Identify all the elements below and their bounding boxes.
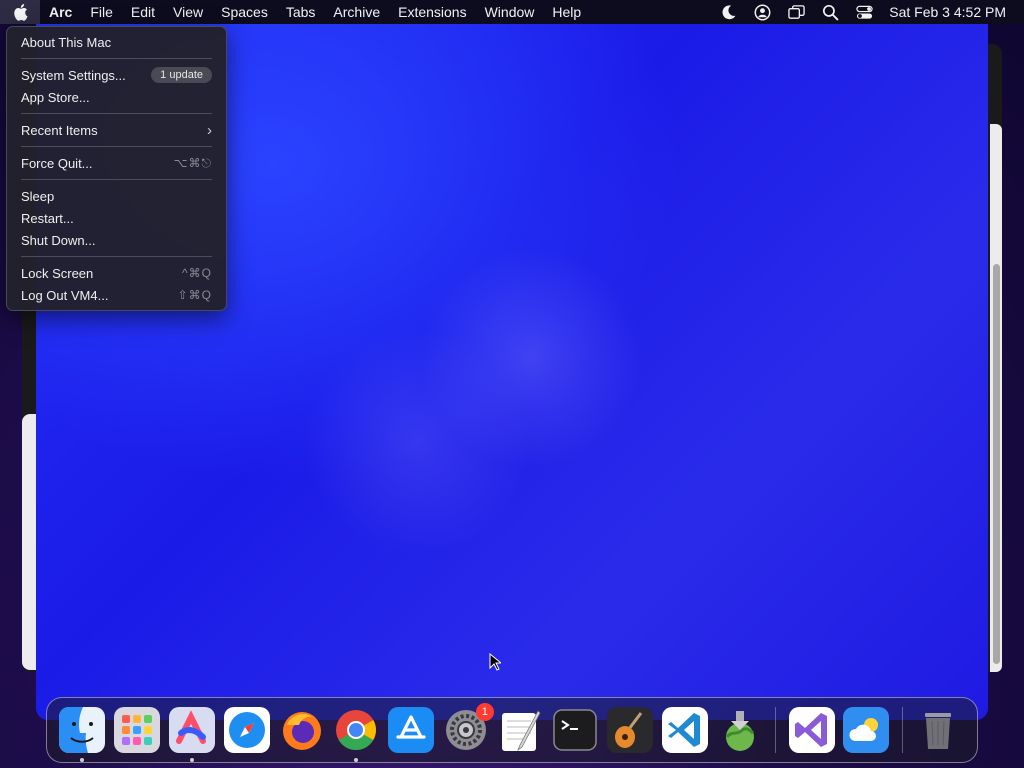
dock-chrome[interactable] (333, 707, 379, 762)
dock-arc[interactable] (168, 707, 215, 762)
firefox-icon (282, 712, 321, 750)
apple-icon (14, 4, 28, 21)
launchpad-icon (114, 707, 161, 753)
menu-item-label: Shut Down... (21, 232, 96, 248)
menu-item-label: Restart... (21, 210, 74, 226)
menu-separator (21, 256, 212, 257)
visual-studio-icon (788, 707, 835, 753)
dock-divider (901, 707, 903, 753)
apple-menu-button[interactable] (0, 0, 40, 24)
dock-system-settings[interactable]: 1 (443, 703, 494, 753)
dock: 1 (46, 697, 978, 763)
trash-icon (925, 713, 952, 749)
menu-shortcut: ⇧⌘Q (177, 288, 212, 302)
menu-item-app-store[interactable]: App Store... (13, 86, 220, 108)
notification-badge: 1 (475, 703, 494, 721)
dock-textedit[interactable] (498, 707, 544, 753)
menu-item-recent-items[interactable]: Recent Items › (13, 119, 220, 141)
menu-shortcut: ⌥⌘⎋ (173, 155, 212, 170)
menu-item-sleep[interactable]: Sleep (13, 185, 220, 207)
menu-item-label: Force Quit... (21, 155, 93, 171)
menu-view[interactable]: View (164, 0, 212, 24)
dock-garageband[interactable] (607, 707, 654, 753)
user-circle-icon (754, 4, 771, 20)
menu-separator (21, 58, 212, 59)
spotlight-button[interactable] (813, 0, 847, 24)
control-center-button[interactable] (847, 0, 881, 24)
menu-item-lock-screen[interactable]: Lock Screen ^⌘Q (13, 262, 220, 284)
menu-spaces[interactable]: Spaces (212, 0, 277, 24)
menu-file[interactable]: File (81, 0, 122, 24)
menu-item-label: Recent Items (21, 122, 98, 138)
garageband-icon (607, 707, 654, 753)
dock-launchpad[interactable] (114, 707, 161, 753)
dock-vscode[interactable] (661, 707, 708, 753)
menu-item-label: Lock Screen (21, 265, 94, 281)
menu-separator (21, 113, 212, 114)
menu-extensions[interactable]: Extensions (389, 0, 475, 24)
running-indicator (189, 758, 194, 762)
search-icon (822, 4, 839, 20)
moon-icon (722, 4, 736, 19)
menu-item-force-quit[interactable]: Force Quit... ⌥⌘⎋ (13, 152, 220, 174)
menu-separator (21, 146, 212, 147)
menu-window[interactable]: Window (476, 0, 544, 24)
background-window-scrollbar[interactable] (993, 264, 1000, 664)
menu-item-label: App Store... (21, 89, 90, 105)
menu-bar: Arc File Edit View Spaces Tabs Archive E… (0, 0, 1024, 24)
menu-item-shut-down[interactable]: Shut Down... (13, 229, 220, 251)
vscode-icon (661, 707, 708, 753)
screen-mirroring-icon (788, 4, 805, 19)
chrome-icon (336, 710, 377, 750)
terminal-icon (553, 709, 598, 751)
menu-item-label: Log Out VM4... (21, 287, 109, 303)
dock-app-store[interactable] (388, 707, 435, 753)
menu-shortcut: ^⌘Q (182, 266, 212, 280)
chevron-right-icon: › (207, 121, 212, 139)
dock-divider (775, 707, 777, 753)
menu-item-about[interactable]: About This Mac (13, 31, 220, 53)
mouse-cursor-icon (489, 653, 501, 671)
menu-item-label: About This Mac (21, 34, 112, 50)
menu-archive[interactable]: Archive (324, 0, 389, 24)
safari-icon (223, 707, 270, 753)
apple-menu-dropdown: About This Mac System Settings... 1 upda… (6, 26, 227, 311)
dock-visual-studio[interactable] (788, 707, 835, 753)
dock-weather[interactable] (843, 707, 890, 753)
menu-item-label: System Settings... (21, 67, 126, 83)
app-store-icon (388, 707, 435, 753)
menu-item-restart[interactable]: Restart... (13, 207, 220, 229)
dock-firefox[interactable] (279, 707, 325, 753)
running-indicator (354, 758, 359, 762)
control-center-icon (856, 5, 873, 19)
dock-finder[interactable] (59, 707, 106, 762)
menu-app-name[interactable]: Arc (40, 0, 81, 24)
menu-edit[interactable]: Edit (122, 0, 164, 24)
installer-icon (725, 711, 754, 751)
dock-installer[interactable] (717, 707, 763, 753)
menu-help[interactable]: Help (543, 0, 590, 24)
menubar-clock[interactable]: Sat Feb 3 4:52 PM (881, 4, 1016, 20)
weather-icon (843, 707, 890, 753)
dock-terminal[interactable] (552, 707, 598, 753)
running-indicator (80, 758, 85, 762)
menu-item-system-settings[interactable]: System Settings... 1 update (13, 64, 220, 86)
screen-mirroring-button[interactable] (779, 0, 813, 24)
background-window-edge (22, 414, 36, 670)
arc-icon (168, 707, 215, 753)
dock-safari[interactable] (223, 707, 270, 753)
user-button[interactable] (745, 0, 779, 24)
update-badge: 1 update (151, 67, 212, 83)
finder-icon (59, 707, 106, 753)
textedit-icon (501, 710, 541, 752)
menu-item-log-out[interactable]: Log Out VM4... ⇧⌘Q (13, 284, 220, 306)
dock-trash[interactable] (915, 707, 961, 753)
menu-item-label: Sleep (21, 188, 55, 204)
menu-separator (21, 179, 212, 180)
menu-tabs[interactable]: Tabs (277, 0, 325, 24)
focus-moon-button[interactable] (711, 0, 745, 24)
